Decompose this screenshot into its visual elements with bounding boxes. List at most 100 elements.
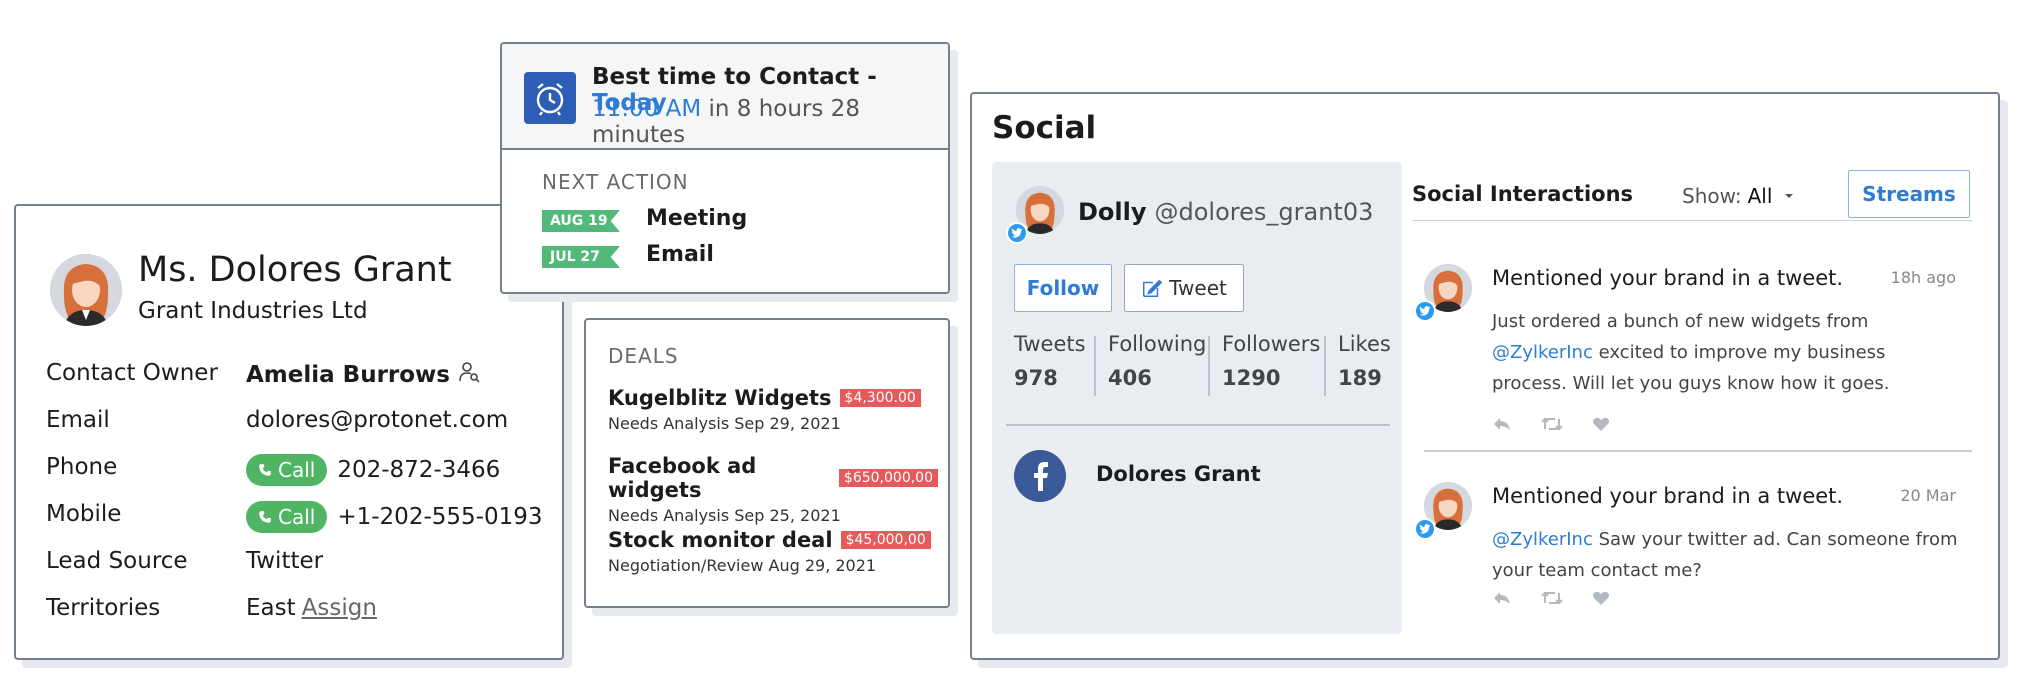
call-label: Call: [278, 505, 316, 529]
field-mobile: Mobile Call +1-202-555-0193: [46, 495, 556, 535]
deal-date: Aug 29, 2021: [768, 556, 877, 575]
social-title: Social: [992, 110, 1097, 146]
field-label: Mobile: [46, 501, 122, 527]
assign-link[interactable]: Assign: [302, 595, 377, 621]
twitter-icon: [1414, 300, 1436, 322]
facebook-name[interactable]: Dolores Grant: [1096, 462, 1261, 486]
retweet-icon[interactable]: [1540, 416, 1564, 432]
stat-value: 189: [1338, 366, 1382, 390]
caret-down-icon: [1785, 194, 1794, 198]
deal-stage: Negotiation/Review: [608, 556, 764, 575]
mobile-value[interactable]: +1-202-555-0193: [337, 504, 542, 530]
social-card: Social Dolly @dolores_grant03 Follow Twee…: [970, 92, 2000, 660]
date-flag: AUG 19: [542, 210, 620, 232]
deal-amount: $650,000,00: [838, 469, 938, 487]
stat-label: Followers: [1222, 332, 1321, 356]
next-action-item[interactable]: AUG 19 Meeting: [542, 204, 942, 236]
field-contact-owner: Contact Owner Amelia Burrows: [46, 354, 556, 394]
deal-item[interactable]: Kugelblitz Widgets $4,300.00 Needs Analy…: [608, 386, 938, 433]
show-label: Show:: [1682, 184, 1742, 208]
field-label: Phone: [46, 454, 118, 480]
deals-heading: DEALS: [608, 344, 679, 368]
stat-label: Following: [1108, 332, 1207, 356]
contact-company: Grant Industries Ltd: [138, 298, 368, 324]
lead-source-value: Twitter: [246, 548, 324, 574]
stat-label: Likes: [1338, 332, 1391, 356]
field-email: Email dolores@protonet.com: [46, 401, 556, 441]
contact-owner-value[interactable]: Amelia Burrows: [246, 362, 450, 388]
interaction-item: Mentioned your brand in a tweet. 20 Mar …: [1414, 482, 1976, 612]
reply-icon[interactable]: [1492, 416, 1512, 432]
best-time-card: Best time to Contact - Today 11:00 AM in…: [500, 42, 950, 294]
heart-icon[interactable]: [1592, 590, 1610, 606]
deal-date: Sep 29, 2021: [734, 414, 841, 433]
stat-following: Following 406: [1108, 332, 1206, 396]
follow-button[interactable]: Follow: [1014, 264, 1112, 312]
stat-value: 406: [1108, 366, 1152, 390]
social-interactions-title: Social Interactions: [1412, 182, 1634, 206]
phone-icon: [259, 464, 271, 476]
retweet-icon[interactable]: [1540, 590, 1564, 606]
contact-card: Ms. Dolores Grant Grant Industries Ltd C…: [14, 204, 564, 660]
next-action-heading: NEXT ACTION: [542, 170, 689, 194]
phone-icon: [259, 511, 271, 523]
field-label: Territories: [46, 595, 161, 621]
social-interactions-header: Social Interactions Show: All Streams: [1412, 164, 1972, 221]
alarm-clock-icon: [524, 72, 576, 124]
reply-icon[interactable]: [1492, 590, 1512, 606]
stat-likes: Likes 189: [1338, 332, 1391, 396]
next-action-label: Email: [646, 242, 714, 267]
profile-handle[interactable]: @dolores_grant03: [1155, 198, 1374, 226]
profile-handle-line: Dolly @dolores_grant03: [1078, 198, 1373, 226]
field-phone: Phone Call 202-872-3466: [46, 448, 556, 488]
best-time-time: 11:00 AM: [592, 96, 702, 122]
next-action-label: Meeting: [646, 206, 748, 231]
deal-item[interactable]: Stock monitor deal $45,000,00 Negotiatio…: [608, 528, 938, 575]
interaction-actions: [1492, 416, 1610, 432]
interaction-divider: [1424, 450, 1972, 452]
streams-button[interactable]: Streams: [1848, 170, 1970, 218]
profile-stats: Tweets 978 Following 406 Followers 1290 …: [1014, 332, 1394, 396]
field-label: Email: [46, 407, 110, 433]
interaction-body: Just ordered a bunch of new widgets from…: [1492, 306, 1962, 399]
call-mobile-button[interactable]: Call: [246, 501, 328, 533]
field-label: Lead Source: [46, 548, 188, 574]
deal-name: Facebook ad widgets: [608, 454, 757, 502]
mention-link[interactable]: @ZylkerInc: [1492, 529, 1593, 550]
facebook-icon[interactable]: [1014, 450, 1066, 502]
stat-divider: [1324, 336, 1326, 396]
field-label: Contact Owner: [46, 360, 218, 386]
deal-amount: $4,300.00: [839, 389, 921, 407]
next-action-item[interactable]: JUL 27 Email: [542, 240, 942, 272]
interaction-item: Mentioned your brand in a tweet. 18h ago…: [1414, 264, 1976, 434]
deal-stage: Needs Analysis: [608, 414, 730, 433]
field-territories: Territories East Assign: [46, 589, 556, 629]
heart-icon[interactable]: [1592, 416, 1610, 432]
deal-item[interactable]: Facebook ad widgets $650,000,00 Needs An…: [608, 454, 938, 525]
deal-name: Kugelblitz Widgets: [608, 386, 832, 410]
best-time-header: Best time to Contact - Today 11:00 AM in…: [502, 44, 948, 150]
owner-search-icon[interactable]: [458, 360, 482, 390]
profile-name: Dolly: [1078, 198, 1147, 226]
interaction-body: @ZylkerInc Saw your twitter ad. Can some…: [1492, 524, 1962, 586]
show-filter-dropdown[interactable]: Show: All: [1682, 184, 1800, 208]
stat-value: 978: [1014, 366, 1058, 390]
call-label: Call: [278, 458, 316, 482]
stat-followers: Followers 1290: [1222, 332, 1320, 396]
show-value: All: [1747, 184, 1773, 208]
best-time-line: 11:00 AM in 8 hours 28 minutes: [592, 96, 948, 148]
date-flag: JUL 27: [542, 246, 620, 268]
mention-link[interactable]: @ZylkerInc: [1492, 342, 1593, 363]
deal-amount: $45,000,00: [840, 531, 931, 549]
interaction-text: Just ordered a bunch of new widgets from: [1492, 311, 1869, 332]
stat-label: Tweets: [1014, 332, 1086, 356]
phone-value[interactable]: 202-872-3466: [337, 457, 500, 483]
interaction-time: 20 Mar: [1900, 486, 1956, 505]
profile-divider: [1006, 424, 1390, 426]
contact-name: Ms. Dolores Grant: [138, 250, 452, 290]
deals-card: DEALS Kugelblitz Widgets $4,300.00 Needs…: [584, 318, 950, 608]
tweet-label: Tweet: [1169, 276, 1227, 300]
call-phone-button[interactable]: Call: [246, 454, 328, 486]
tweet-button[interactable]: Tweet: [1124, 264, 1244, 312]
email-value[interactable]: dolores@protonet.com: [246, 407, 508, 433]
